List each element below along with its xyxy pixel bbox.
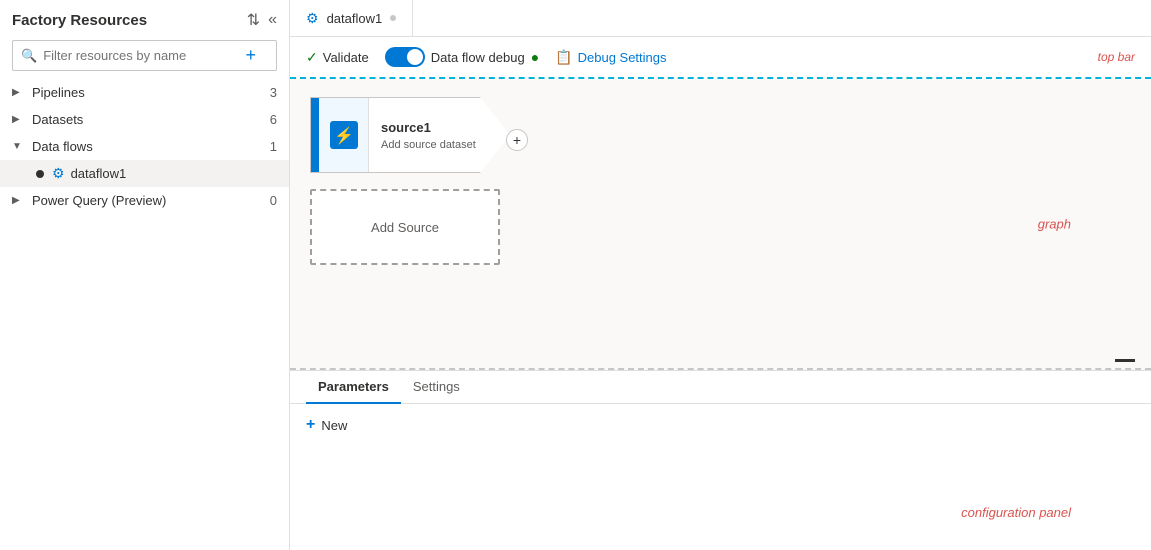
panel-tabs-row: Parameters Settings [290, 371, 1151, 404]
source-node-title: source1 [381, 120, 476, 135]
search-box: 🔍 + [12, 40, 277, 71]
sidebar-item-label: Power Query (Preview) [32, 193, 270, 208]
new-parameter-button[interactable]: + New [306, 416, 347, 434]
tab-unsaved-dot [390, 15, 396, 21]
action-bar-annotation: top bar [1098, 50, 1135, 64]
sidebar-item-powerquery[interactable]: ▶ Power Query (Preview) 0 [0, 187, 289, 214]
data-flow-debug-toggle[interactable] [385, 47, 425, 67]
toggle-green-icon: ● [531, 49, 539, 65]
sidebar-item-label: Data flows [32, 139, 270, 154]
sidebar-item-count: 1 [270, 139, 277, 154]
tab-label: dataflow1 [327, 11, 383, 26]
toggle-label: Data flow debug [431, 50, 525, 65]
validate-button[interactable]: ✓ Validate [306, 49, 369, 66]
sort-icon[interactable]: ⇅ [247, 10, 260, 30]
dataflow-tab-icon: ⚙ [306, 10, 319, 27]
chevron-right-icon: ▶ [12, 114, 24, 125]
plus-icon: + [306, 416, 315, 434]
tab-settings[interactable]: Settings [401, 371, 472, 404]
add-source-label: Add Source [371, 220, 439, 235]
panel-annotation: configuration panel [961, 505, 1071, 520]
settings-tab-label: Settings [413, 379, 460, 394]
data-flow-debug-toggle-container: Data flow debug ● [385, 47, 539, 67]
validate-label: Validate [323, 50, 369, 65]
add-resource-icon[interactable]: + [245, 45, 268, 66]
check-icon: ✓ [306, 49, 318, 66]
search-icon: 🔍 [21, 48, 37, 64]
sidebar-item-count: 0 [270, 193, 277, 208]
sidebar-item-dataflows[interactable]: ▼ Data flows 1 [0, 133, 289, 160]
sidebar-item-label: Pipelines [32, 85, 270, 100]
sidebar: Factory Resources ⇅ « 🔍 + ▶ Pipelines 3 … [0, 0, 290, 550]
source-node-content: source1 Add source dataset [369, 98, 488, 172]
tab-dataflow1[interactable]: ⚙ dataflow1 [290, 0, 413, 36]
tab-parameters[interactable]: Parameters [306, 371, 401, 404]
action-bar: ✓ Validate Data flow debug ● 📋 Debug Set… [290, 37, 1151, 79]
debug-settings-label: Debug Settings [578, 50, 667, 65]
chevron-right-icon: ▶ [12, 87, 24, 98]
sidebar-subitem-label: dataflow1 [71, 166, 127, 181]
graph-canvas[interactable]: ⚡ source1 Add source dataset + Add Sourc… [290, 79, 1151, 368]
sidebar-item-pipelines[interactable]: ▶ Pipelines 3 [0, 79, 289, 106]
minimize-panel-button[interactable] [1115, 359, 1135, 362]
collapse-icon[interactable]: « [268, 11, 277, 29]
main-area: ⚙ dataflow1 ✓ Validate Data flow debug ●… [290, 0, 1151, 550]
svg-text:⚡: ⚡ [334, 126, 354, 145]
sidebar-item-count: 3 [270, 85, 277, 100]
tab-bar: ⚙ dataflow1 [290, 0, 1151, 37]
sidebar-item-datasets[interactable]: ▶ Datasets 6 [0, 106, 289, 133]
source-node-subtitle[interactable]: Add source dataset [381, 139, 476, 151]
add-source-button[interactable]: Add Source [310, 189, 500, 265]
add-transformation-button[interactable]: + [506, 129, 528, 151]
sidebar-item-count: 6 [270, 112, 277, 127]
graph-annotation: graph [1038, 216, 1071, 231]
search-input[interactable] [43, 48, 239, 63]
debug-icon: 📋 [555, 49, 572, 66]
debug-settings-button[interactable]: 📋 Debug Settings [555, 49, 666, 66]
chevron-down-icon: ▼ [12, 141, 24, 152]
panel-content: + New [290, 404, 1151, 550]
sidebar-header-icons: ⇅ « [247, 10, 277, 30]
new-button-label: New [321, 418, 347, 433]
sidebar-subitem-dataflow1[interactable]: ⚙ dataflow1 [0, 160, 289, 187]
source-node[interactable]: ⚡ source1 Add source dataset [310, 97, 510, 173]
sidebar-item-label: Datasets [32, 112, 270, 127]
source-node-icon: ⚡ [319, 98, 369, 172]
chevron-right-icon: ▶ [12, 195, 24, 206]
sidebar-title: Factory Resources [12, 12, 147, 29]
sidebar-header: Factory Resources ⇅ « [0, 0, 289, 36]
graph-area: ⚡ source1 Add source dataset + Add Sourc… [290, 79, 1151, 370]
source-node-accent [311, 98, 319, 172]
dataflow-icon: ⚙ [52, 165, 65, 182]
parameters-tab-label: Parameters [318, 379, 389, 394]
bottom-panel: Parameters Settings + New configuration … [290, 370, 1151, 550]
active-dot [36, 170, 44, 178]
